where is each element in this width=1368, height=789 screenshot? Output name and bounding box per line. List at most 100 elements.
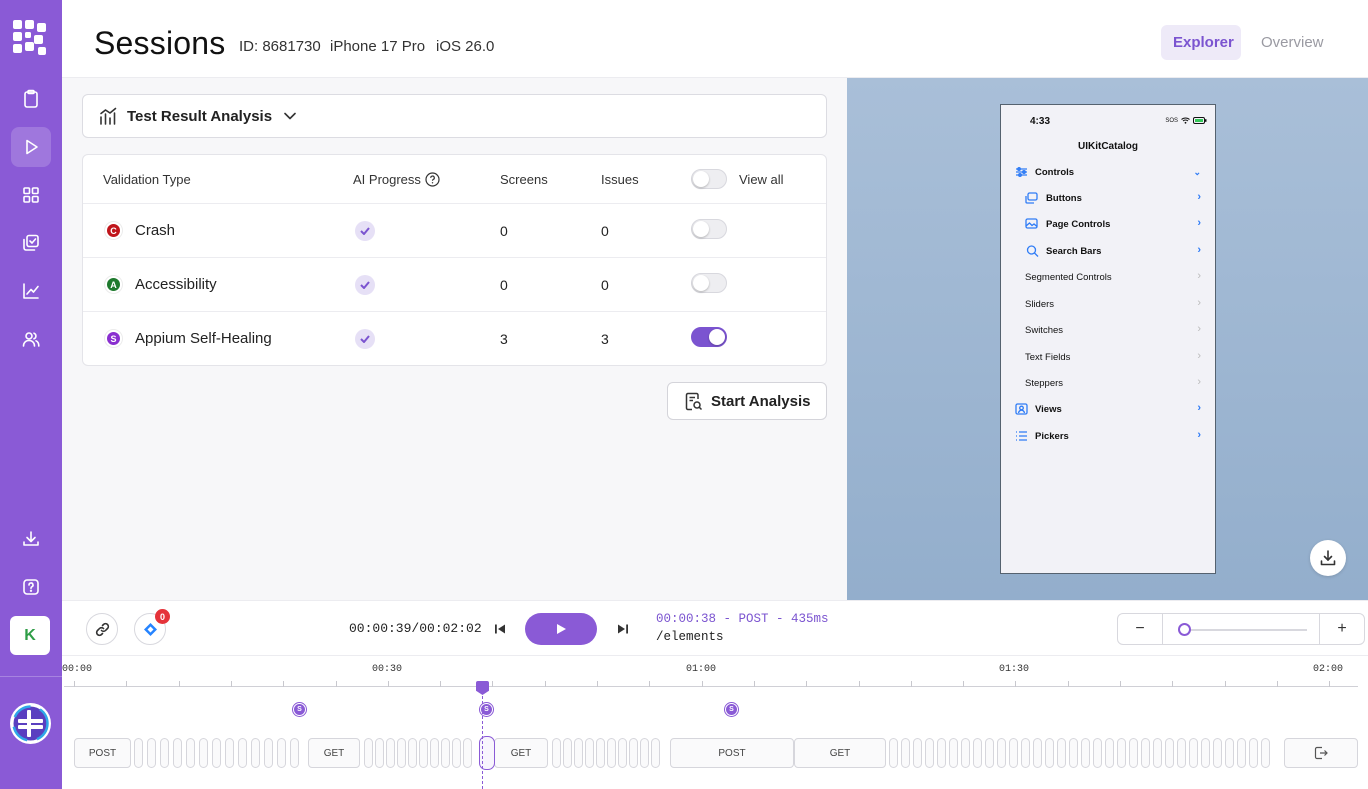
sidebar-item-team[interactable] [11,319,51,359]
request-block-small[interactable] [997,738,1006,768]
zoom-in-button[interactable]: + [1319,614,1364,644]
request-block-small[interactable] [596,738,605,768]
request-block-small[interactable] [901,738,910,768]
request-block-small[interactable] [1165,738,1174,768]
sidebar-item-download[interactable] [11,519,51,559]
request-block-small[interactable] [937,738,946,768]
download-screenshot-button[interactable] [1310,540,1346,576]
sidebar-item-clipboard[interactable] [11,79,51,119]
request-block-small[interactable] [134,738,143,768]
accessibility-toggle[interactable] [691,273,727,293]
request-block-small[interactable] [574,738,583,768]
zoom-track[interactable] [1181,629,1307,631]
device-item-pickers[interactable]: Pickers › [1001,424,1215,450]
skip-forward-button[interactable] [613,619,633,639]
play-button[interactable] [525,613,597,645]
request-block-small[interactable] [1021,738,1030,768]
request-block-small[interactable] [386,738,395,768]
request-block-small[interactable] [419,738,428,768]
request-block-small[interactable] [1057,738,1066,768]
sidebar-item-analytics[interactable] [11,271,51,311]
request-block-small[interactable] [173,738,182,768]
device-screen[interactable]: 4:33 SOS UIKitCatalog Controls ⌄ Buttons… [1000,104,1216,574]
request-block-small[interactable] [1045,738,1054,768]
self-healing-toggle[interactable] [691,327,727,347]
request-block-small[interactable] [1153,738,1162,768]
zoom-out-button[interactable]: − [1118,614,1163,644]
request-block-small[interactable] [889,738,898,768]
view-all-toggle[interactable] [691,169,727,189]
device-item-switches[interactable]: Switches › [1001,318,1215,344]
skip-back-button[interactable] [490,619,510,639]
request-block[interactable]: GET [494,738,548,768]
request-block-small[interactable] [552,738,561,768]
tab-overview[interactable]: Overview [1249,25,1337,60]
request-block-small[interactable] [1093,738,1102,768]
help-circle-icon[interactable] [425,172,440,187]
request-block-small[interactable] [408,738,417,768]
request-block-small[interactable] [147,738,156,768]
request-block-small[interactable] [1129,738,1138,768]
request-block-small[interactable] [563,738,572,768]
start-analysis-button[interactable]: Start Analysis [667,382,827,420]
request-block-small[interactable] [1069,738,1078,768]
avatar[interactable]: K [10,616,50,655]
request-block-small[interactable] [225,738,234,768]
request-block-small[interactable] [199,738,208,768]
request-block-small[interactable] [913,738,922,768]
request-block[interactable]: GET [794,738,886,768]
request-block-small[interactable] [629,738,638,768]
request-block-small[interactable] [1189,738,1198,768]
sidebar-item-help[interactable] [11,567,51,607]
request-block-small[interactable] [1141,738,1150,768]
request-block-small[interactable] [452,738,461,768]
request-block-small[interactable] [430,738,439,768]
tab-explorer[interactable]: Explorer [1161,25,1241,60]
app-logo-icon[interactable] [13,20,47,56]
device-item-steppers[interactable]: Steppers › [1001,371,1215,397]
request-block-small[interactable] [290,738,299,768]
request-block-small[interactable] [277,738,286,768]
request-block-small[interactable] [925,738,934,768]
device-item-views[interactable]: Views › [1001,397,1215,423]
device-item-segmented-controls[interactable]: Segmented Controls › [1001,265,1215,291]
request-block-small[interactable] [949,738,958,768]
self-healing-marker[interactable]: S [725,703,738,716]
request-block-small[interactable] [1105,738,1114,768]
request-block-small[interactable] [397,738,406,768]
playhead-handle[interactable] [476,681,489,695]
request-block-small[interactable] [1117,738,1126,768]
request-block-small[interactable] [463,738,472,768]
request-block-small[interactable] [251,738,260,768]
request-block-small[interactable] [1225,738,1234,768]
request-block-small[interactable] [1237,738,1246,768]
export-button[interactable] [1284,738,1358,768]
request-block-small[interactable] [618,738,627,768]
device-item-page-controls[interactable]: Page Controls › [1001,212,1215,238]
request-block-small[interactable] [212,738,221,768]
zoom-slider-handle[interactable] [1178,623,1191,636]
request-block-small[interactable] [264,738,273,768]
copy-link-button[interactable] [86,613,118,645]
sidebar-item-dashboard[interactable] [11,175,51,215]
device-item-buttons[interactable]: Buttons › [1001,186,1215,212]
request-block-small[interactable] [186,738,195,768]
request-block-small[interactable] [375,738,384,768]
request-block-small[interactable] [364,738,373,768]
request-block-small[interactable] [160,738,169,768]
analysis-dropdown[interactable]: Test Result Analysis [82,94,827,138]
sidebar-item-sessions[interactable] [11,127,51,167]
request-block-small[interactable] [973,738,982,768]
request-block-small[interactable] [1261,738,1270,768]
request-block-small[interactable] [1201,738,1210,768]
timeline[interactable]: 00:00 00:30 01:00 01:30 02:00 S S S POST… [62,656,1368,789]
request-block-small[interactable] [985,738,994,768]
request-block-small[interactable] [1081,738,1090,768]
request-block-small[interactable] [640,738,649,768]
device-item-sliders[interactable]: Sliders › [1001,292,1215,318]
request-block-small[interactable] [1213,738,1222,768]
request-block-small[interactable] [441,738,450,768]
request-block-small[interactable] [1033,738,1042,768]
request-block-small[interactable] [651,738,660,768]
device-item-text-fields[interactable]: Text Fields › [1001,345,1215,371]
